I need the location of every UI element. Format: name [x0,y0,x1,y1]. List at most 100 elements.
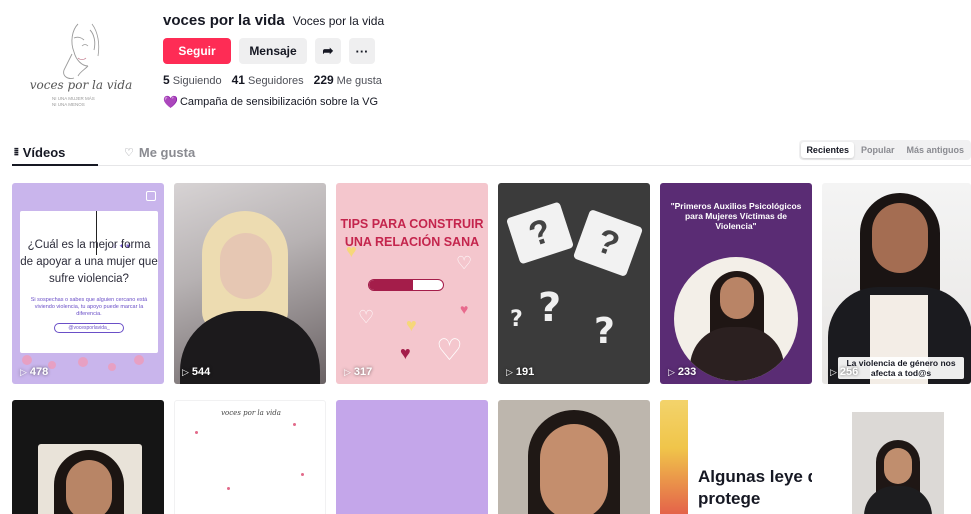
purple-heart-icon: 💜 [163,95,178,109]
bio-text: Campaña de sensibilización sobre la VG [179,96,379,108]
question-mark-icon: ? [505,201,575,265]
petal-decoration [195,431,198,434]
video-small-text: Si sospechas o sabes que alguien cercano… [30,297,148,317]
petal-decoration [301,473,304,476]
thumbnail-body [690,327,784,381]
video-title-text: TIPS PARA CONSTRUIR UNA RELACIÓN SANA [340,217,484,249]
tab-videos[interactable]: ⦙⦙⦙ Vídeos [14,142,65,162]
video-title-text: Algunas leye que protege [698,467,812,508]
flower-decoration [78,357,88,367]
play-icon: ▷ [506,366,513,377]
profile-stats: 5 Siguiendo 41 Seguidores 229 Me gusta [163,73,563,87]
view-count-value: 544 [191,366,211,378]
flower-decoration [48,361,56,369]
sort-toggle: Recientes Popular Más antiguos [799,140,971,160]
heart-decoration-icon: ♡ [436,334,463,367]
video-card[interactable]: ▷ 544 [174,183,326,384]
play-icon: ▷ [830,366,837,377]
following-count: 5 [163,73,170,87]
more-icon: ··· [355,43,369,59]
avatar-logo-text: voces por la vida [29,78,133,92]
video-handle-pill: @vocesporlavida_ [54,323,124,333]
likes-count: 229 [313,73,334,87]
thumbnail-stripe [660,400,688,514]
thumbnail-body [864,486,932,514]
video-thumbnail-panel: ☆ ✦ ❀ ¿Cuál es la mejor forma de apoyar … [20,211,158,353]
video-card[interactable]: voces por la vida [174,400,326,514]
username: voces por la vida [163,12,285,29]
play-icon: ▷ [344,366,351,377]
message-button[interactable]: Mensaje [239,38,307,64]
video-card[interactable]: La violencia de género nos afecta a tod@… [822,183,971,384]
tab-videos-label: Vídeos [22,144,66,160]
play-icon: ▷ [182,366,189,377]
progress-bar [368,279,444,291]
video-card[interactable] [498,400,650,514]
heart-decoration-icon: ♥ [406,315,417,335]
flower-decoration [108,363,116,371]
sort-popular[interactable]: Popular [856,142,900,158]
followers-stat[interactable]: 41 Seguidores [232,73,304,87]
thumbnail-face [540,424,608,514]
view-count-value: 256 [839,366,859,378]
video-card[interactable] [12,400,164,514]
tab-likes[interactable]: ♡ Me gusta [124,142,195,162]
nickname: Voces por la vida [292,14,385,28]
video-card[interactable]: ☆ ✦ ❀ ¿Cuál es la mejor forma de apoyar … [12,183,164,384]
question-mark-icon: ? [538,285,562,331]
question-mark-icon: ? [510,307,523,332]
video-card[interactable] [336,400,488,514]
followers-count: 41 [231,73,245,87]
flower-decoration [134,355,144,365]
active-tab-indicator [12,164,98,166]
thumbnail-face [720,277,754,319]
play-icon: ▷ [20,366,27,377]
profile-bio: 💜 Campaña de sensibilización sobre la VG [163,95,563,109]
view-count-value: 233 [677,366,697,378]
sort-recent[interactable]: Recientes [801,142,854,158]
view-count: ▷ 478 [20,366,48,378]
share-icon: ➦ [322,43,334,58]
view-count-value: 191 [515,366,535,378]
view-count: ▷ 544 [182,366,210,378]
thumbnail-face [220,233,272,299]
multi-photo-icon [146,191,156,201]
liked-heart-icon: ♡ [124,146,134,159]
video-card[interactable]: Algunas leye que protege [660,400,812,514]
view-count: ▷ 317 [344,366,372,378]
share-button[interactable]: ➦ [315,38,341,64]
flower-decoration [22,355,32,365]
view-count: ▷ 256 [830,366,858,378]
petal-decoration [293,423,296,426]
thumbnail-face [872,203,928,273]
video-script-text: voces por la vida [221,409,281,417]
video-card[interactable]: "Primeros Auxilios Psicológicos para Muj… [660,183,812,384]
view-count: ▷ 191 [506,366,534,378]
thumbnail-face [66,460,112,514]
petal-decoration [227,487,230,490]
question-mark-icon: ? [572,208,644,278]
follow-button[interactable]: Seguir [163,38,231,64]
sort-oldest[interactable]: Más antiguos [901,142,969,158]
heart-decoration-icon: ♡ [456,253,473,273]
heart-decoration-icon: ♥ [460,301,469,317]
tab-likes-label: Me gusta [138,144,196,160]
profile-avatar[interactable]: voces por la vida NI UNA MUJER MÁS NI UN… [12,10,150,116]
video-card[interactable]: TIPS PARA CONSTRUIR UNA RELACIÓN SANA ♥ … [336,183,488,384]
following-stat[interactable]: 5 Siguiendo [163,73,222,87]
heart-decoration-icon: ♥ [400,343,411,363]
video-title-text: "Primeros Auxilios Psicológicos para Muj… [670,201,802,231]
followers-label: Seguidores [247,75,304,87]
progress-bar-fill [369,280,414,290]
likes-label: Me gusta [336,75,382,87]
thumbnail-portrait [674,257,798,381]
question-mark-icon: ? [594,311,615,352]
more-button[interactable]: ··· [349,38,375,64]
view-count-value: 317 [353,366,373,378]
avatar-logo-subtext: NI UNA MUJER MÁS NI UNA MENOS [52,96,95,107]
video-card[interactable] [822,400,971,514]
profile-info: voces por la vida Voces por la vida Segu… [163,12,563,109]
view-count: ▷ 233 [668,366,696,378]
video-card[interactable]: ? ? ? ? ? ▷ 191 [498,183,650,384]
video-question-text: ¿Cuál es la mejor forma de apoyar a una … [20,239,158,285]
